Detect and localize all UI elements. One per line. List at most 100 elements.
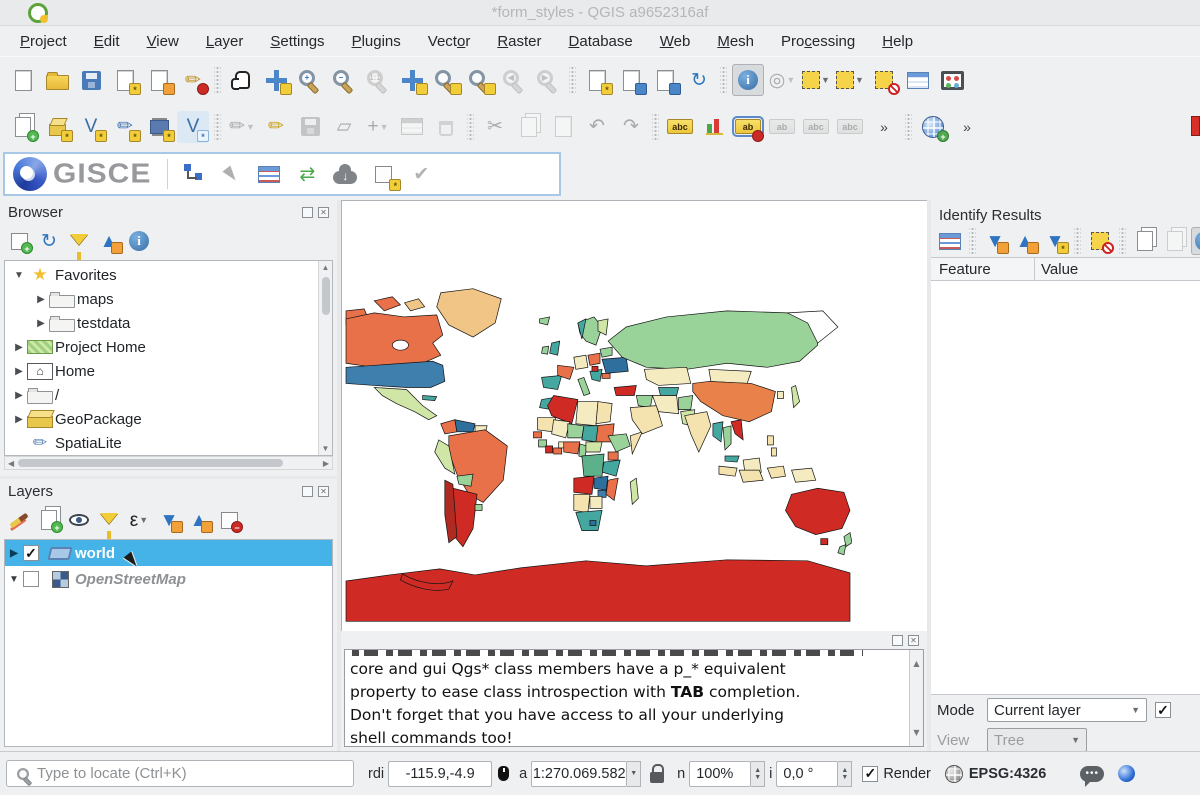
layer-osm-checkbox[interactable] [23,571,39,587]
zoom-last-button[interactable]: ◀ [498,64,530,96]
menu-view[interactable]: View [147,33,179,50]
crs-status-button[interactable]: EPSG:4326 [969,766,1046,782]
browser-item-root[interactable]: ▶/ [5,383,332,407]
layers-collapse-all-button[interactable]: ▲ [185,506,213,534]
magnifier-input[interactable]: 100% [689,761,751,787]
modify-attributes-button[interactable] [396,111,428,143]
browser-close-button[interactable]: ✕ [318,207,329,218]
feature-column-header[interactable]: Feature [931,258,1035,280]
style-manager-button[interactable]: ✏ [177,64,209,96]
menu-vector[interactable]: Vector [428,33,471,50]
console-text-area[interactable]: core and gui Qgs* class members have a p… [344,649,924,747]
browser-properties-button[interactable]: i [125,227,153,255]
show-layout-manager-button[interactable] [143,64,175,96]
gisce-download-button[interactable] [327,156,363,192]
unpin-labels-button[interactable]: ab [766,111,798,143]
save-layer-edits-button[interactable] [294,111,326,143]
auto-open-form-checkbox[interactable]: ✓ [1155,702,1171,718]
mode-combobox[interactable]: Current layer▼ [987,698,1147,722]
console-close-button[interactable]: ✕ [908,635,919,646]
map-canvas[interactable] [341,200,927,631]
menu-edit[interactable]: Edit [94,33,120,50]
metasearch-button[interactable]: + [917,111,949,143]
gisce-polygon-tool-button[interactable]: * [365,156,401,192]
identify-copy-feature-button[interactable] [1131,227,1159,255]
clipped-toolbar-icon[interactable] [1191,116,1200,136]
toolbar-overflow-indicator[interactable]: » [951,111,983,143]
new-map-view-button[interactable]: * [581,64,613,96]
menu-settings[interactable]: Settings [270,33,324,50]
new-spatial-bookmark-button[interactable] [615,64,647,96]
menu-project[interactable]: Project [20,33,67,50]
zoom-native-button[interactable]: 1:1 [362,64,394,96]
browser-item-home[interactable]: ▶⌂Home [5,359,332,383]
paste-features-button[interactable] [547,111,579,143]
new-project-button[interactable] [7,64,39,96]
pan-map-button[interactable] [226,64,258,96]
coordinate-input[interactable]: -115.9,-4.9 [388,761,492,787]
identify-print-button[interactable] [1161,227,1189,255]
menu-layer[interactable]: Layer [206,33,244,50]
rotation-input[interactable]: 0,0 ° [776,761,838,787]
browser-refresh-button[interactable]: ↻ [35,227,63,255]
new-temporary-scratch-layer-button[interactable]: V* [177,111,209,143]
zoom-out-button[interactable]: − [328,64,360,96]
select-features-button[interactable]: ▼ [800,64,832,96]
browser-add-layer-button[interactable]: + [5,227,33,255]
layers-remove-button[interactable]: − [215,506,243,534]
browser-filter-button[interactable] [65,227,93,255]
open-project-button[interactable] [41,64,73,96]
zoom-to-layer-button[interactable] [430,64,462,96]
zoom-next-button[interactable]: ▶ [532,64,564,96]
gisce-tree-button[interactable] [175,156,211,192]
locator-search-input[interactable]: Type to locate (Ctrl+K) [6,760,354,787]
console-float-button[interactable] [892,635,903,646]
refresh-button[interactable]: ↻ [683,64,715,96]
browser-collapse-all-button[interactable]: ▲ [95,227,123,255]
copy-features-button[interactable] [513,111,545,143]
gisce-status-icon[interactable] [1118,765,1135,782]
pin-labels-button[interactable]: ab [732,111,764,143]
show-bookmarks-button[interactable] [649,64,681,96]
console-vertical-scrollbar[interactable]: ▲▼ [909,650,923,746]
browser-horizontal-scrollbar[interactable]: ◀▶ [4,456,333,470]
layers-filter-expression-button[interactable]: ε▼ [125,506,153,534]
vertex-tool-button[interactable]: +▼ [362,111,394,143]
menu-processing[interactable]: Processing [781,33,855,50]
open-attribute-table-button[interactable] [902,64,934,96]
layers-style-button[interactable] [5,506,33,534]
browser-item-spatialite[interactable]: ✏SpatiaLite [5,431,332,455]
identify-features-button[interactable]: i [732,64,764,96]
layers-close-button[interactable]: ✕ [318,486,329,497]
select-by-value-button[interactable]: ▼ [834,64,866,96]
messages-icon[interactable] [1080,766,1104,782]
gisce-table-button[interactable] [251,156,287,192]
magnifier-spinner[interactable]: ▲▼ [751,761,765,787]
current-edits-button[interactable]: ✏▼ [226,111,258,143]
new-print-layout-button[interactable]: * [109,64,141,96]
lock-scale-icon[interactable] [650,772,664,783]
identify-collapse-tree-button[interactable]: ▲ [1011,227,1039,255]
rotation-spinner[interactable]: ▲▼ [838,761,852,787]
identify-expand-new-button[interactable]: ▼* [1041,227,1069,255]
layer-labeling-button[interactable]: abc [664,111,696,143]
browser-item-project-home[interactable]: ▶Project Home [5,335,332,359]
layers-expand-all-button[interactable]: ▼ [155,506,183,534]
value-column-header[interactable]: Value [1035,261,1078,278]
identify-form-view-button[interactable] [936,227,964,255]
gisce-select-button[interactable] [213,156,249,192]
gisce-sync-button[interactable]: ⇄ [289,156,325,192]
browser-float-button[interactable] [302,207,313,218]
undo-button[interactable]: ↶ [581,111,613,143]
layer-row-world[interactable]: ▶ ✓ world [5,540,332,566]
identify-clear-results-button[interactable] [1086,227,1114,255]
browser-item-maps[interactable]: ▶maps [5,287,332,311]
identify-results-body[interactable] [931,281,1200,695]
layers-add-group-button[interactable]: + [35,506,63,534]
menu-raster[interactable]: Raster [497,33,541,50]
layer-expander[interactable]: ▶ [5,548,23,559]
run-feature-action-button[interactable]: ◎▼ [766,64,798,96]
render-checkbox[interactable]: ✓ [862,766,878,782]
statistical-summary-button[interactable] [936,64,968,96]
layers-visibility-button[interactable] [65,506,93,534]
